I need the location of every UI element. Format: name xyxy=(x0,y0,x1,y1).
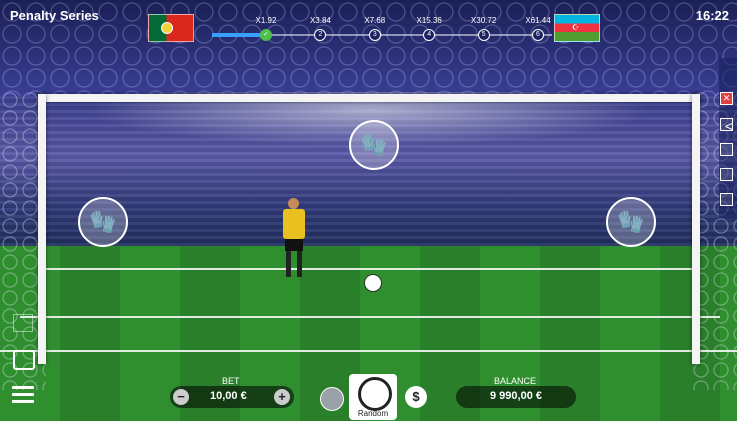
game-title: Penalty Series xyxy=(10,8,99,23)
random-button[interactable]: Random xyxy=(349,374,397,420)
multiplier-step: 4 xyxy=(423,29,436,41)
balance-label: BALANCE xyxy=(494,376,537,386)
glove-icon: 🧤 xyxy=(617,209,645,234)
multiplier-label: X1.92 xyxy=(255,16,277,25)
multiplier-step: 3 xyxy=(368,29,381,41)
multiplier-label: X3.84 xyxy=(309,16,331,25)
multiplier-step: 5 xyxy=(477,29,490,41)
box-line xyxy=(20,316,720,318)
bet-control: − 10,00 € + xyxy=(170,386,294,408)
multiplier-label: X7.68 xyxy=(364,16,386,25)
multiplier-progress: X1.92 ✓ X3.84 2 X7.68 3 X15.36 4 X30.72 5 X61.44 6 xyxy=(210,16,554,42)
shot-result-missed: ✕ xyxy=(720,92,733,105)
pitch-line xyxy=(0,350,737,352)
target-right-glove-button[interactable]: 🧤 xyxy=(606,197,656,247)
player xyxy=(280,198,308,280)
cashout-button[interactable]: $ xyxy=(405,386,427,408)
multiplier-label: X30.72 xyxy=(470,16,497,25)
football xyxy=(364,274,382,292)
menu-icon[interactable] xyxy=(12,386,34,404)
shot-slot xyxy=(720,193,733,206)
football-icon xyxy=(358,377,392,411)
game-stage: Penalty Series 16:22 ☪ X1.92 ✓ X3.84 2 X7.68… xyxy=(0,0,737,421)
balance-box: 9 990,00 € xyxy=(456,386,576,408)
team-flag-right: ☪ xyxy=(554,14,600,42)
multiplier-step: 2 xyxy=(314,29,327,41)
shot-slot xyxy=(720,168,733,181)
multiplier-step: ✓ xyxy=(260,29,272,41)
side-panel: < ✕ xyxy=(719,58,737,218)
crossbar xyxy=(38,94,700,102)
goal-net-top xyxy=(0,0,737,96)
target-left-glove-button[interactable]: 🧤 xyxy=(78,197,128,247)
clock: 16:22 xyxy=(695,8,729,23)
glove-icon: 🧤 xyxy=(89,209,117,234)
shot-slot xyxy=(720,118,733,131)
goal-line xyxy=(40,268,700,270)
multiplier-step: 6 xyxy=(532,29,544,41)
random-label: Random xyxy=(357,409,389,418)
right-post xyxy=(692,94,700,364)
target-center-glove-button[interactable]: 🧤 xyxy=(349,120,399,170)
chips-button[interactable] xyxy=(320,387,344,411)
list-icon[interactable] xyxy=(13,350,35,370)
bet-label: BET xyxy=(222,376,240,386)
left-post xyxy=(38,94,46,364)
shot-slot xyxy=(720,143,733,156)
increase-bet-button[interactable]: + xyxy=(274,389,290,405)
balance-value: 9 990,00 € xyxy=(490,390,542,402)
picture-icon[interactable] xyxy=(13,314,33,332)
bet-value: 10,00 € xyxy=(210,390,247,402)
multiplier-label: X61.44 xyxy=(525,16,551,25)
decrease-bet-button[interactable]: − xyxy=(173,389,189,405)
glove-icon: 🧤 xyxy=(360,132,388,157)
multiplier-label: X15.36 xyxy=(416,16,442,25)
team-flag-left xyxy=(148,14,194,42)
